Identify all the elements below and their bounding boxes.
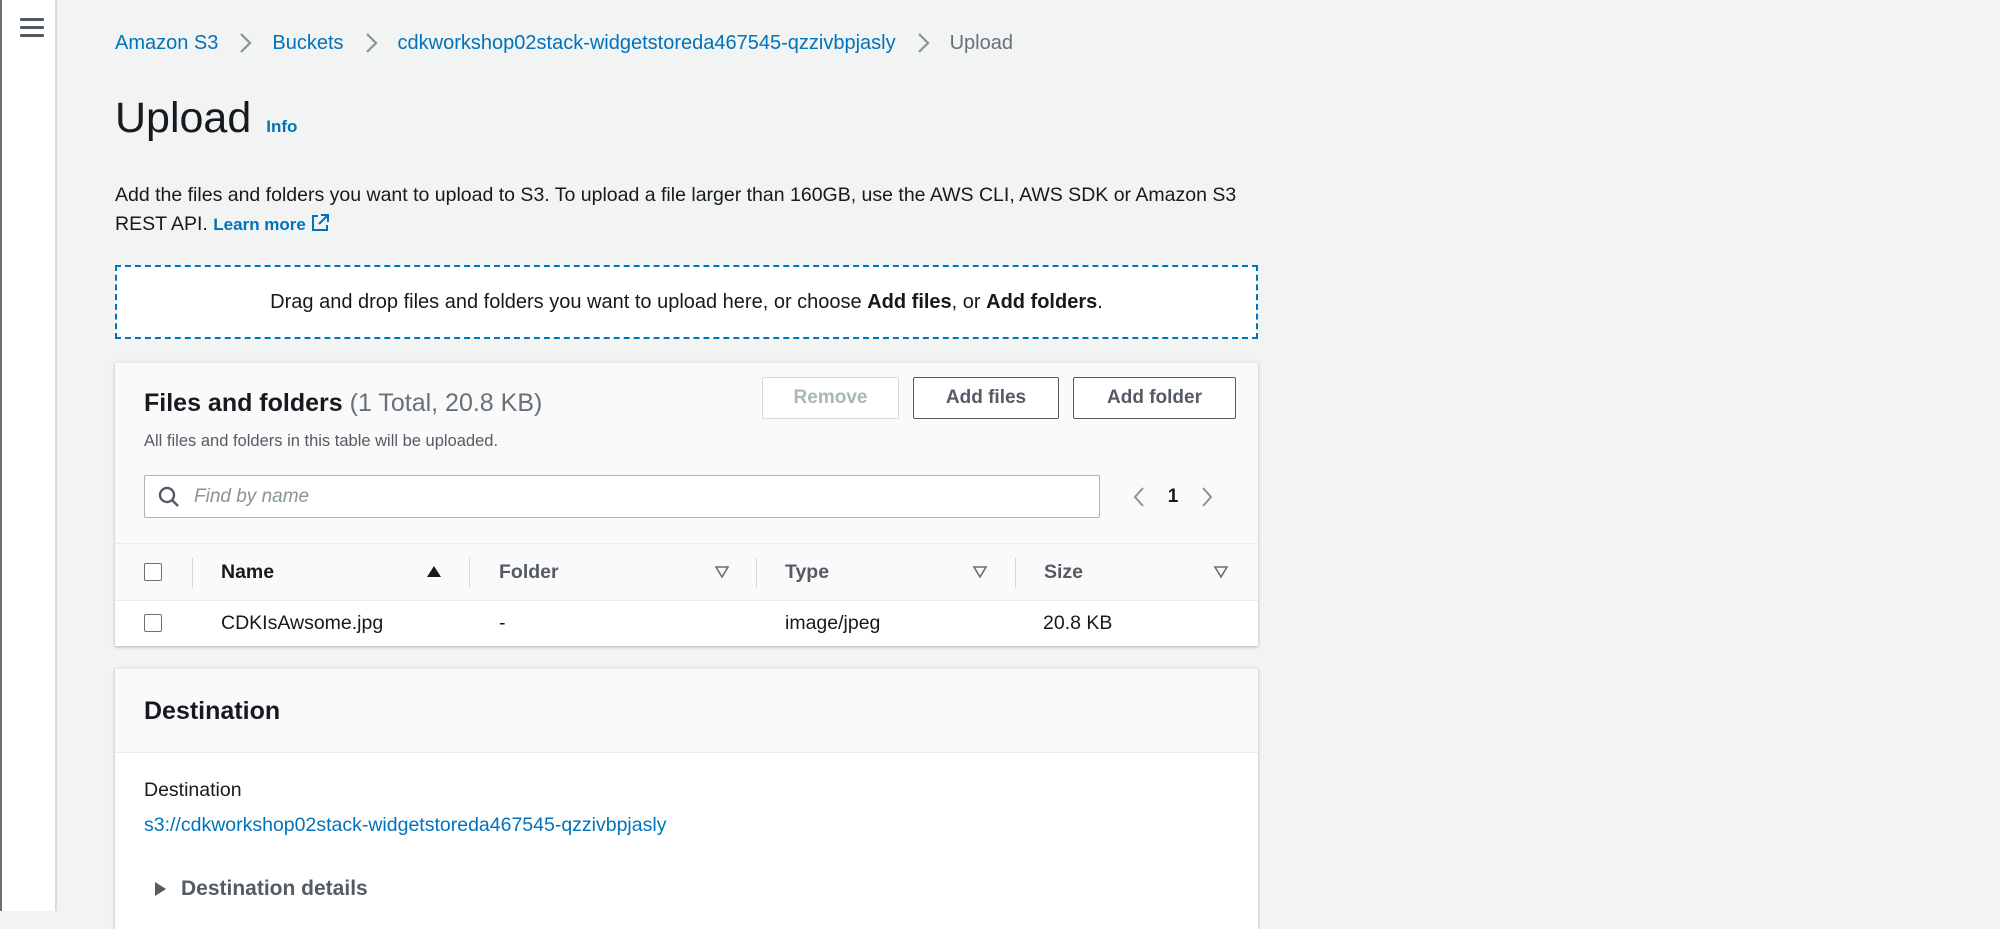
current-page[interactable]: 1 [1154,486,1192,508]
search-input[interactable] [192,484,1076,509]
side-navigation-rail [0,0,57,911]
page-header: Upload Info [115,94,297,143]
destination-link[interactable]: s3://cdkworkshop02stack-widgetstoreda467… [144,814,666,837]
page-title: Upload [115,94,252,142]
chevron-right-icon [232,30,258,56]
column-header-name[interactable]: Name [221,544,274,600]
next-page-icon[interactable] [1192,476,1222,518]
column-header-folder[interactable]: Folder [499,544,559,600]
info-link[interactable]: Info [266,117,297,137]
chevron-right-icon [358,30,384,56]
sort-icon[interactable] [972,564,988,580]
sort-icon[interactable] [1213,564,1229,580]
sort-ascending-icon[interactable] [426,564,442,580]
cell-type: image/jpeg [785,612,881,634]
files-panel-subtitle: All files and folders in this table will… [144,432,499,450]
sort-icon[interactable] [714,564,730,580]
files-count: (1 Total, 20.8 KB) [349,389,543,417]
destination-title: Destination [144,697,281,725]
learn-more-label: Learn more [213,215,306,234]
column-header-type[interactable]: Type [785,544,829,600]
cell-size: 20.8 KB [1043,612,1113,634]
search-icon [158,486,179,507]
destination-details-label: Destination details [181,877,368,900]
menu-icon[interactable] [20,18,44,40]
breadcrumb-bucket[interactable]: cdkworkshop02stack-widgetstoreda467545-q… [398,32,896,55]
breadcrumb-current: Upload [949,31,1013,54]
files-panel-title: Files and folders (1 Total, 20.8 KB) [144,389,543,417]
upload-dropzone[interactable]: Drag and drop files and folders you want… [115,265,1258,339]
pagination: 1 [1124,476,1222,518]
column-header-size[interactable]: Size [1044,544,1083,600]
caret-right-icon [155,882,166,896]
cell-folder: - [499,612,506,634]
remove-button[interactable]: Remove [762,377,899,419]
cell-name: CDKIsAwsome.jpg [221,612,384,634]
table-header: Name Folder Type Size [115,543,1258,601]
chevron-right-icon [910,30,936,56]
external-link-icon [311,214,329,231]
page-description: Add the files and folders you want to up… [115,181,1265,239]
destination-panel: Destination Destination s3://cdkworkshop… [115,668,1258,929]
destination-details-toggle[interactable]: Destination details [153,877,368,901]
add-folder-button[interactable]: Add folder [1073,377,1236,419]
dropzone-text: Drag and drop files and folders you want… [270,290,1103,313]
select-all-checkbox[interactable] [144,563,162,581]
row-checkbox[interactable] [144,614,162,632]
search-field [144,475,1100,518]
table-row[interactable]: CDKIsAwsome.jpg - image/jpeg 20.8 KB [115,601,1258,646]
destination-label: Destination [144,779,242,801]
previous-page-icon[interactable] [1124,476,1154,518]
files-and-folders-panel: Files and folders (1 Total, 20.8 KB) All… [115,362,1258,646]
breadcrumb: Amazon S3 Buckets cdkworkshop02stack-wid… [115,30,1013,56]
learn-more-link[interactable]: Learn more [213,214,330,234]
breadcrumb-amazon-s3[interactable]: Amazon S3 [115,32,218,55]
breadcrumb-buckets[interactable]: Buckets [272,32,343,55]
add-files-button[interactable]: Add files [913,377,1059,419]
